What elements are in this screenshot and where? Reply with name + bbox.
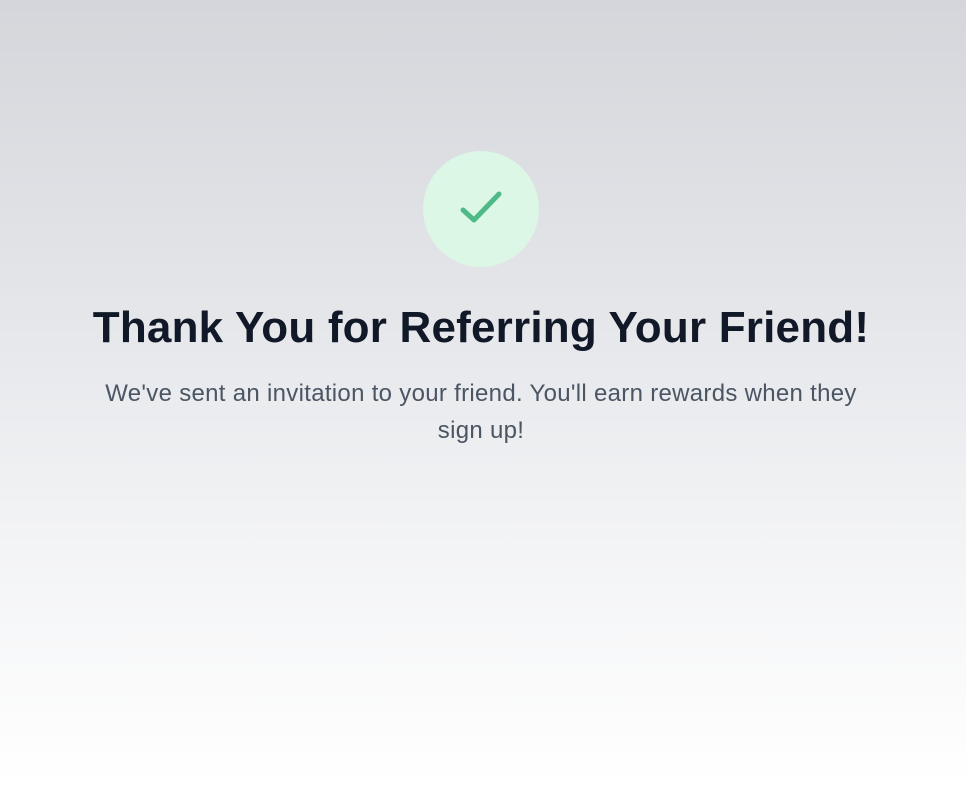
checkmark-icon [460,191,502,223]
success-message: We've sent an invitation to your friend.… [105,380,857,444]
referral-success-screen: Thank You for Referring Your Friend! We'… [0,0,966,786]
page-title: Thank You for Referring Your Friend! [92,303,870,352]
success-badge [423,151,539,267]
